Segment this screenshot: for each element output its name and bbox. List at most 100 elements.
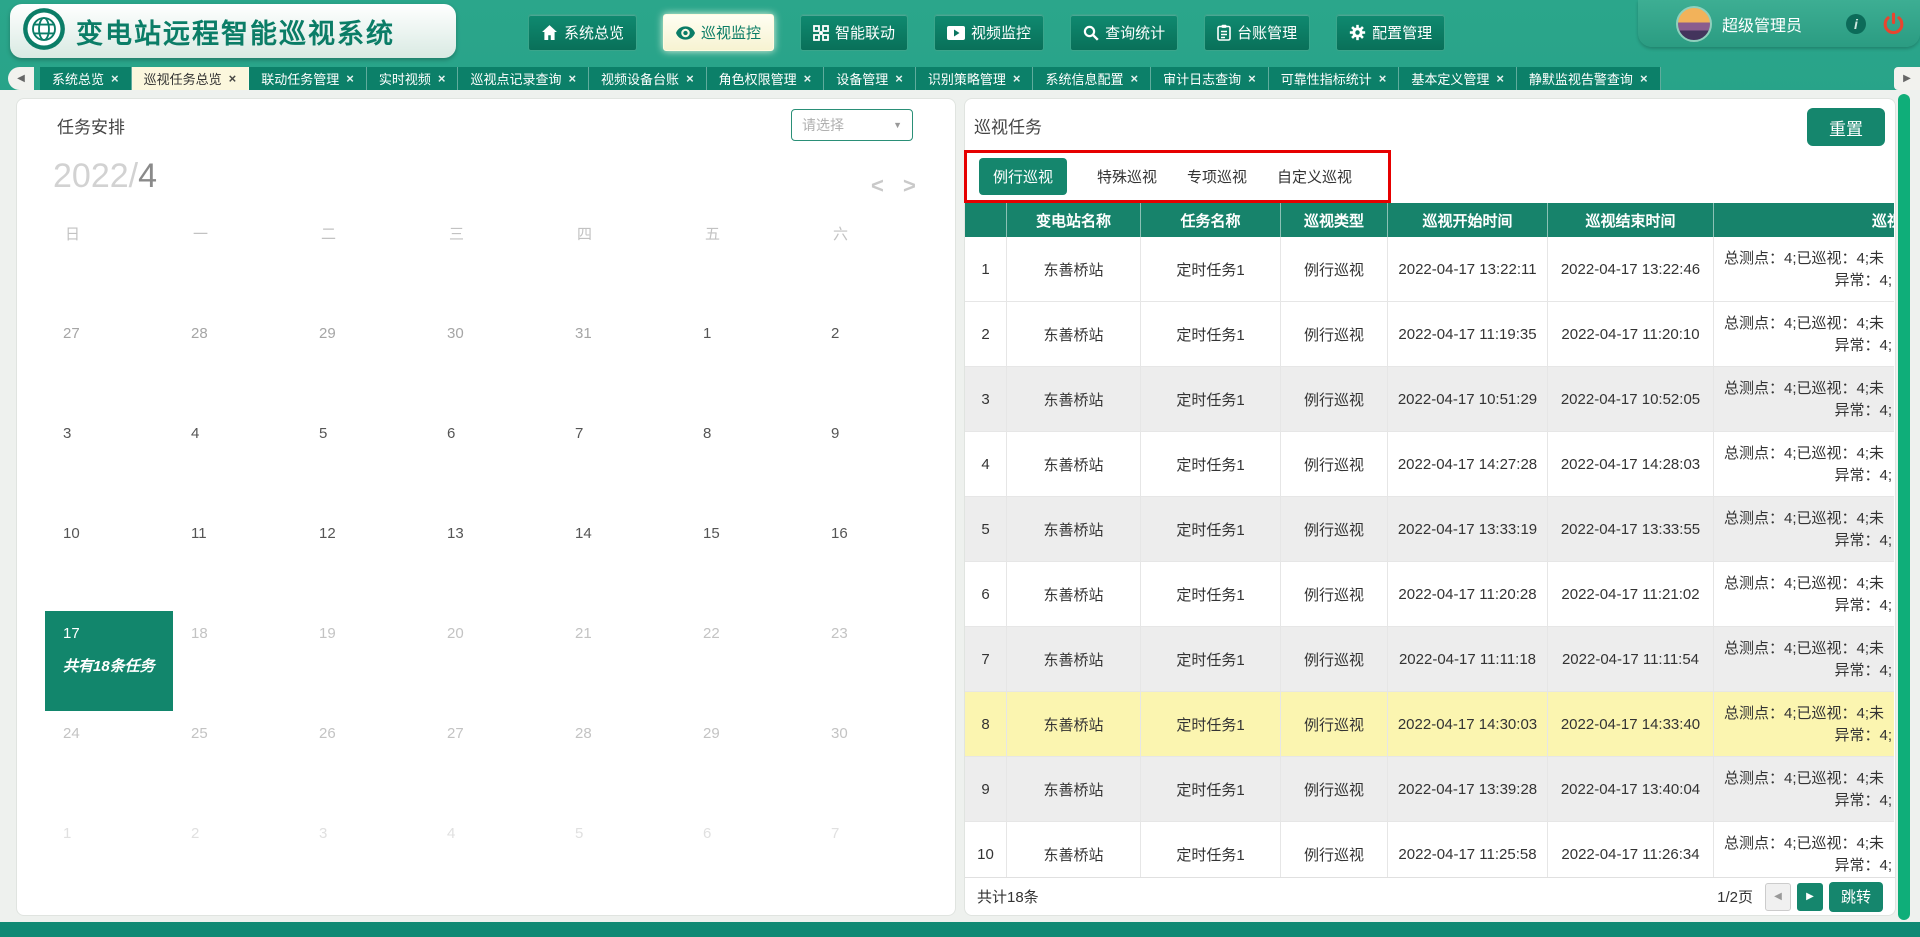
tab-实时视频[interactable]: 实时视频×	[367, 67, 459, 90]
type-tab-例行巡视[interactable]: 例行巡视	[979, 158, 1067, 195]
tab-可靠性指标统计[interactable]: 可靠性指标统计×	[1269, 67, 1400, 90]
table-row-1[interactable]: 1东善桥站定时任务1例行巡视2022-04-17 13:22:112022-04…	[965, 237, 1894, 302]
tab-巡视点记录查询[interactable]: 巡视点记录查询×	[458, 67, 589, 90]
tab-角色权限管理[interactable]: 角色权限管理×	[707, 67, 825, 90]
calendar-day-2[interactable]: 2	[173, 811, 301, 911]
calendar-day-29[interactable]: 29	[301, 311, 429, 411]
calendar-day-30[interactable]: 30	[429, 311, 557, 411]
vertical-scrollbar[interactable]	[1898, 94, 1910, 920]
tab-设备管理[interactable]: 设备管理×	[824, 67, 916, 90]
close-icon[interactable]: ×	[438, 71, 446, 86]
nav-配置管理[interactable]: 配置管理	[1336, 14, 1445, 51]
calendar-day-20[interactable]: 20	[429, 611, 557, 711]
calendar-day-9[interactable]: 9	[813, 411, 941, 511]
table-row-5[interactable]: 5东善桥站定时任务1例行巡视2022-04-17 13:33:192022-04…	[965, 497, 1894, 562]
close-icon[interactable]: ×	[895, 71, 903, 86]
info-icon[interactable]: i	[1845, 13, 1867, 35]
calendar-day-28[interactable]: 28	[557, 711, 685, 811]
close-icon[interactable]: ×	[1496, 71, 1504, 86]
calendar-day-4[interactable]: 4	[429, 811, 557, 911]
close-icon[interactable]: ×	[804, 71, 812, 86]
calendar-prev-icon[interactable]: <	[871, 173, 884, 199]
type-tab-特殊巡视[interactable]: 特殊巡视	[1097, 166, 1157, 187]
calendar-next-icon[interactable]: >	[903, 173, 916, 199]
table-row-7[interactable]: 7东善桥站定时任务1例行巡视2022-04-17 11:11:182022-04…	[965, 627, 1894, 692]
table-row-6[interactable]: 6东善桥站定时任务1例行巡视2022-04-17 11:20:282022-04…	[965, 562, 1894, 627]
prev-page-button[interactable]: ◀	[1765, 883, 1791, 911]
nav-查询统计[interactable]: 查询统计	[1070, 14, 1178, 51]
nav-系统总览[interactable]: 系统总览	[528, 14, 637, 51]
nav-台账管理[interactable]: 台账管理	[1204, 14, 1310, 51]
nav-智能联动[interactable]: 智能联动	[800, 14, 908, 51]
close-icon[interactable]: ×	[229, 71, 237, 86]
close-icon[interactable]: ×	[346, 71, 354, 86]
close-icon[interactable]: ×	[111, 71, 119, 86]
close-icon[interactable]: ×	[686, 71, 694, 86]
tab-识别策略管理[interactable]: 识别策略管理×	[916, 67, 1034, 90]
calendar-day-24[interactable]: 24	[45, 711, 173, 811]
tab-静默监视告警查询[interactable]: 静默监视告警查询×	[1517, 67, 1661, 90]
next-page-button[interactable]: ▶	[1797, 883, 1823, 911]
type-tab-专项巡视[interactable]: 专项巡视	[1187, 166, 1247, 187]
table-row-3[interactable]: 3东善桥站定时任务1例行巡视2022-04-17 10:51:292022-04…	[965, 367, 1894, 432]
tab-审计日志查询[interactable]: 审计日志查询×	[1151, 67, 1269, 90]
table-row-8[interactable]: 8东善桥站定时任务1例行巡视2022-04-17 14:30:032022-04…	[965, 692, 1894, 757]
tab-系统信息配置[interactable]: 系统信息配置×	[1033, 67, 1151, 90]
table-row-10[interactable]: 10东善桥站定时任务1例行巡视2022-04-17 11:25:582022-0…	[965, 822, 1894, 879]
power-icon[interactable]	[1881, 11, 1906, 36]
calendar-day-5[interactable]: 5	[301, 411, 429, 511]
calendar-day-14[interactable]: 14	[557, 511, 685, 611]
calendar-day-6[interactable]: 6	[685, 811, 813, 911]
calendar-day-13[interactable]: 13	[429, 511, 557, 611]
calendar-day-19[interactable]: 19	[301, 611, 429, 711]
calendar-day-5[interactable]: 5	[557, 811, 685, 911]
close-icon[interactable]: ×	[1640, 71, 1648, 86]
calendar-day-16[interactable]: 16	[813, 511, 941, 611]
calendar-day-15[interactable]: 15	[685, 511, 813, 611]
reset-button[interactable]: 重置	[1807, 108, 1885, 146]
calendar-day-3[interactable]: 3	[45, 411, 173, 511]
table-row-9[interactable]: 9东善桥站定时任务1例行巡视2022-04-17 13:39:282022-04…	[965, 757, 1894, 822]
calendar-day-3[interactable]: 3	[301, 811, 429, 911]
calendar-day-1[interactable]: 1	[45, 811, 173, 911]
calendar-day-2[interactable]: 2	[813, 311, 941, 411]
calendar-day-8[interactable]: 8	[685, 411, 813, 511]
type-tab-自定义巡视[interactable]: 自定义巡视	[1277, 166, 1352, 187]
calendar-day-7[interactable]: 7	[813, 811, 941, 911]
calendar-day-11[interactable]: 11	[173, 511, 301, 611]
close-icon[interactable]: ×	[1013, 71, 1021, 86]
calendar-day-23[interactable]: 23	[813, 611, 941, 711]
calendar-day-12[interactable]: 12	[301, 511, 429, 611]
table-row-2[interactable]: 2东善桥站定时任务1例行巡视2022-04-17 11:19:352022-04…	[965, 302, 1894, 367]
calendar-day-31[interactable]: 31	[557, 311, 685, 411]
calendar-day-22[interactable]: 22	[685, 611, 813, 711]
tab-巡视任务总览[interactable]: 巡视任务总览×	[132, 67, 250, 90]
calendar-day-1[interactable]: 1	[685, 311, 813, 411]
avatar[interactable]	[1676, 6, 1712, 42]
close-icon[interactable]: ×	[1379, 71, 1387, 86]
calendar-day-27[interactable]: 27	[429, 711, 557, 811]
table-row-4[interactable]: 4东善桥站定时任务1例行巡视2022-04-17 14:27:282022-04…	[965, 432, 1894, 497]
tab-scroll-right-button[interactable]: ▶	[1894, 67, 1920, 90]
close-icon[interactable]: ×	[1248, 71, 1256, 86]
calendar-day-28[interactable]: 28	[173, 311, 301, 411]
calendar-day-18[interactable]: 18	[173, 611, 301, 711]
tab-联动任务管理[interactable]: 联动任务管理×	[249, 67, 367, 90]
calendar-day-25[interactable]: 25	[173, 711, 301, 811]
calendar-day-30[interactable]: 30	[813, 711, 941, 811]
close-icon[interactable]: ×	[568, 71, 576, 86]
calendar-day-10[interactable]: 10	[45, 511, 173, 611]
tab-系统总览[interactable]: 系统总览×	[40, 67, 132, 90]
schedule-filter-select[interactable]: 请选择 ▼	[791, 109, 913, 141]
calendar-day-26[interactable]: 26	[301, 711, 429, 811]
nav-视频监控[interactable]: 视频监控	[934, 14, 1044, 51]
tab-scroll-left-button[interactable]: ◀	[8, 67, 34, 90]
calendar-day-17[interactable]: 17共有18条任务	[45, 611, 173, 711]
calendar-day-6[interactable]: 6	[429, 411, 557, 511]
calendar-day-4[interactable]: 4	[173, 411, 301, 511]
calendar-day-27[interactable]: 27	[45, 311, 173, 411]
calendar-day-21[interactable]: 21	[557, 611, 685, 711]
calendar-day-29[interactable]: 29	[685, 711, 813, 811]
tab-视频设备台账[interactable]: 视频设备台账×	[589, 67, 707, 90]
close-icon[interactable]: ×	[1131, 71, 1139, 86]
